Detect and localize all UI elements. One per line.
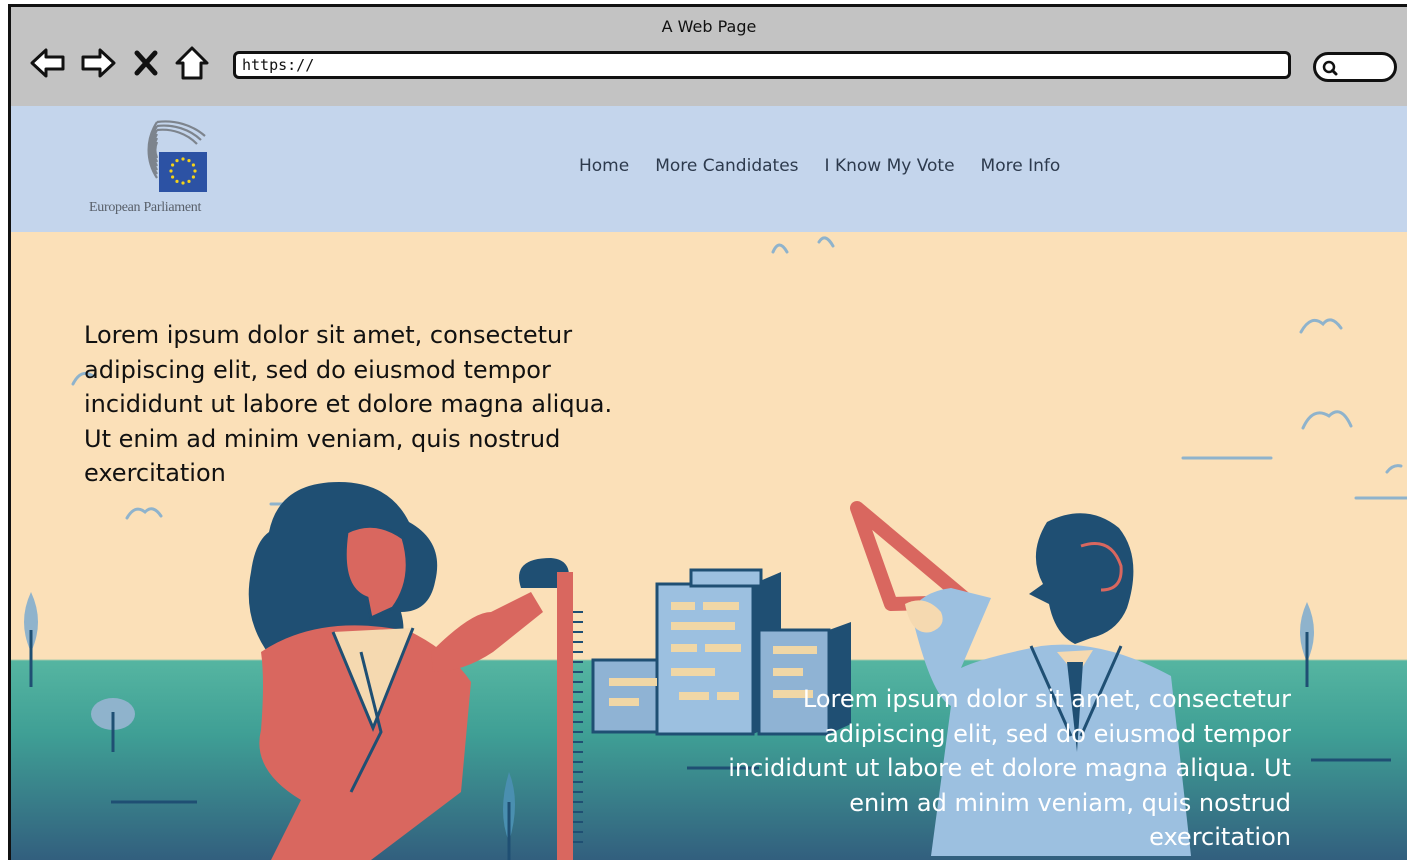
nav-link-more-candidates[interactable]: More Candidates (655, 156, 798, 176)
nav-link-more-info[interactable]: More Info (981, 156, 1061, 176)
forward-button[interactable] (79, 43, 117, 83)
close-x-icon (134, 50, 158, 76)
site-header: European Parliament Home More Candidates… (11, 106, 1407, 232)
main-nav: Home More Candidates I Know My Vote More… (579, 156, 1060, 176)
stop-button[interactable] (131, 43, 161, 83)
woman-figure (248, 482, 569, 860)
back-button[interactable] (29, 43, 67, 83)
home-icon (175, 46, 209, 80)
parliament-hemicycle-icon (147, 120, 207, 192)
hero-text-left: Lorem ipsum dolor sit amet, consectetur … (84, 321, 613, 487)
search-icon (1322, 60, 1338, 76)
nav-link-i-know-my-vote[interactable]: I Know My Vote (825, 156, 955, 176)
logo-caption: European Parliament (89, 200, 202, 215)
nav-link-home[interactable]: Home (579, 156, 629, 176)
home-button[interactable] (173, 43, 211, 83)
url-input[interactable]: https:// (233, 51, 1291, 79)
left-arrow-icon (30, 48, 65, 78)
hero-banner: Lorem ipsum dolor sit amet, consectetur … (11, 232, 1407, 860)
hero-text-right: Lorem ipsum dolor sit amet, consectetur … (728, 685, 1291, 851)
right-arrow-icon (81, 48, 116, 78)
ruler-ticks (573, 611, 583, 843)
window-title: A Web Page (661, 17, 757, 36)
browser-chrome: A Web Page https:// (8, 4, 1407, 106)
measuring-ruler (557, 572, 573, 860)
european-parliament-logo[interactable]: European Parliament (89, 116, 219, 226)
search-field[interactable] (1313, 52, 1397, 82)
